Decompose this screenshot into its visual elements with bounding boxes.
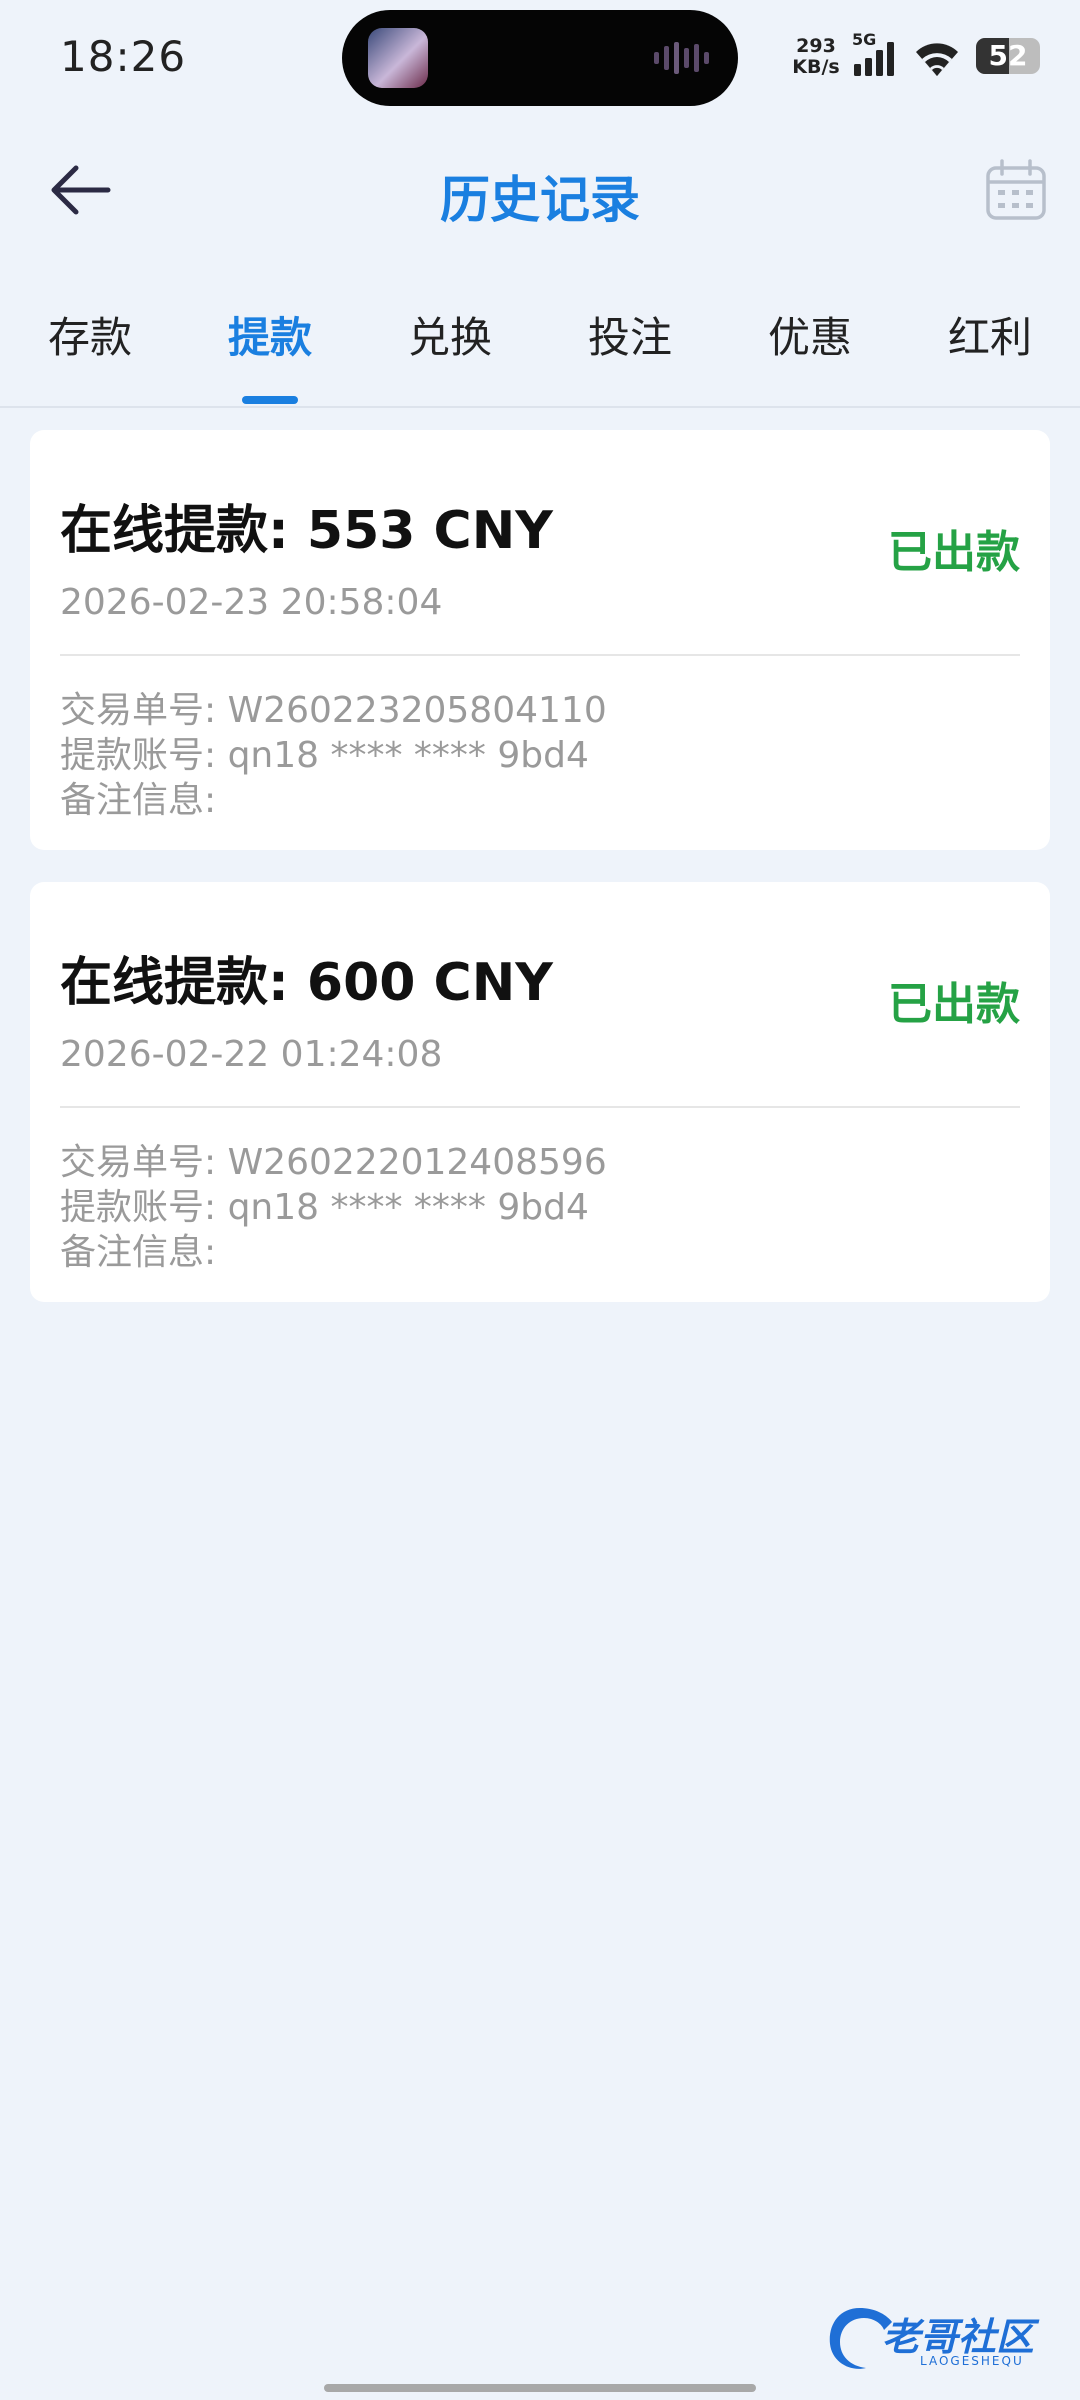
status-bar: 18:26 293 KB/s 5G 52 — [0, 0, 1080, 116]
status-badge: 已出款 — [888, 979, 1020, 1030]
tab-deposit[interactable]: 存款 — [0, 304, 180, 365]
tab-promotions[interactable]: 优惠 — [720, 304, 900, 365]
transaction-number: 交易单号: W260222012408596 — [60, 1142, 607, 1183]
watermark-logo: 老哥社区 LAOGESHEQU — [820, 2300, 1060, 2380]
page-title: 历史记录 — [440, 171, 640, 229]
transaction-number: 交易单号: W260223205804110 — [60, 690, 607, 731]
music-app-icon — [368, 28, 428, 88]
battery-level: 52 — [988, 39, 1028, 72]
app-header: 历史记录 — [0, 140, 1080, 240]
status-badge: 已出款 — [888, 527, 1020, 578]
watermark-text: 老哥社区 — [882, 2315, 1035, 2359]
status-time: 18:26 — [60, 32, 187, 81]
record-tabs: 存款 提款 兑换 投注 优惠 红利 — [0, 290, 1080, 408]
record-details: 交易单号: W260222012408596 提款账号: qn18 **** *… — [60, 1140, 607, 1275]
dynamic-island[interactable] — [342, 10, 738, 106]
tab-exchange[interactable]: 兑换 — [360, 304, 540, 365]
remark-info: 备注信息: — [60, 1232, 217, 1273]
calendar-icon[interactable] — [984, 158, 1048, 222]
record-datetime: 2026-02-23 20:58:04 — [60, 582, 443, 623]
withdraw-account: 提款账号: qn18 **** **** 9bd4 — [60, 1187, 589, 1228]
tab-bets[interactable]: 投注 — [540, 304, 720, 365]
active-tab-indicator — [242, 396, 298, 404]
audio-wave-icon — [654, 42, 709, 74]
record-title: 在线提款: 553 CNY — [60, 501, 553, 561]
card-divider — [60, 654, 1020, 656]
record-details: 交易单号: W260223205804110 提款账号: qn18 **** *… — [60, 688, 607, 823]
battery-icon: 52 — [976, 38, 1040, 74]
card-divider — [60, 1106, 1020, 1108]
withdraw-record-card[interactable]: 在线提款: 600 CNY 已出款 2026-02-22 01:24:08 交易… — [30, 882, 1050, 1302]
remark-info: 备注信息: — [60, 780, 217, 821]
tab-withdraw[interactable]: 提款 — [180, 304, 360, 365]
signal-icon: 5G — [852, 30, 898, 78]
withdraw-record-card[interactable]: 在线提款: 553 CNY 已出款 2026-02-23 20:58:04 交易… — [30, 430, 1050, 850]
record-datetime: 2026-02-22 01:24:08 — [60, 1034, 443, 1075]
net-speed: 293 KB/s — [790, 36, 842, 78]
net-speed-unit: KB/s — [792, 56, 840, 78]
home-indicator[interactable] — [324, 2384, 756, 2392]
wifi-icon — [916, 43, 958, 76]
net-speed-value: 293 — [796, 35, 836, 57]
tab-bonus[interactable]: 红利 — [900, 304, 1080, 365]
record-title: 在线提款: 600 CNY — [60, 953, 553, 1013]
watermark-subtext: LAOGESHEQU — [920, 2354, 1024, 2368]
withdraw-account: 提款账号: qn18 **** **** 9bd4 — [60, 735, 589, 776]
